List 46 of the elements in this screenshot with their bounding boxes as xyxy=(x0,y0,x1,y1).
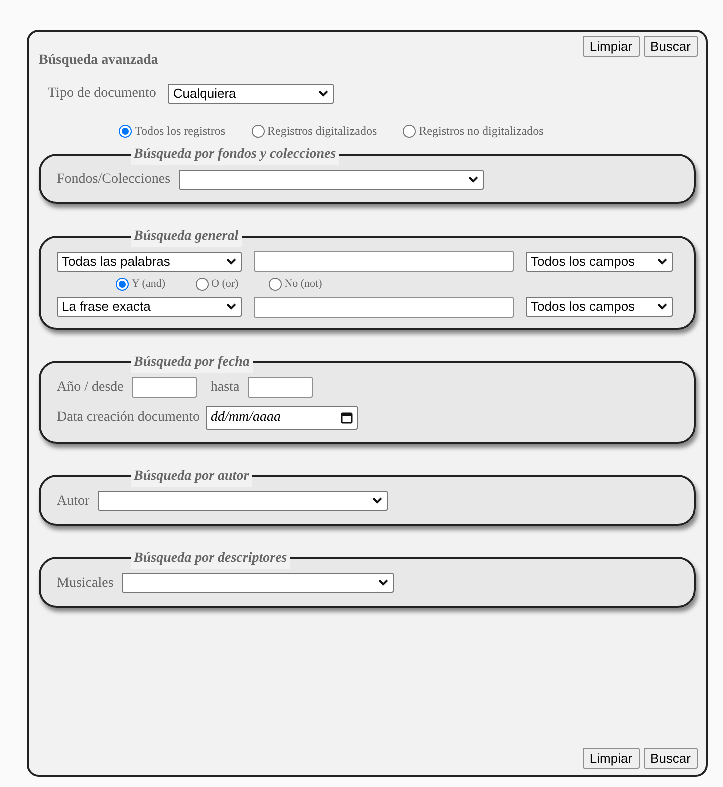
field-label: Fondos/Colecciones xyxy=(57,171,171,189)
calendar-icon xyxy=(341,412,354,424)
chevron-icon xyxy=(468,176,479,184)
dropdown[interactable]: Todas las palabras xyxy=(57,252,242,272)
button[interactable]: Buscar xyxy=(644,748,698,769)
input-field[interactable] xyxy=(254,251,514,272)
dropdown[interactable] xyxy=(122,573,394,593)
radio-label: Registros no digitalizados xyxy=(419,123,544,140)
input-field[interactable] xyxy=(132,376,197,398)
chevron-icon xyxy=(657,258,668,266)
field-label: Autor xyxy=(57,492,90,510)
radio-button[interactable] xyxy=(119,124,132,138)
button[interactable]: Buscar xyxy=(644,36,698,57)
button[interactable]: Limpiar xyxy=(582,748,640,769)
radio-label: No (not) xyxy=(284,277,322,292)
dropdown[interactable]: Cualquiera xyxy=(168,84,334,104)
chevron-icon xyxy=(318,90,330,98)
chevron-icon xyxy=(226,258,237,266)
field-label: hasta xyxy=(210,378,240,396)
radio-label: Registros digitalizados xyxy=(268,123,378,140)
button[interactable]: Limpiar xyxy=(582,36,640,57)
chevron-icon xyxy=(657,303,668,311)
radio-label: Y (and) xyxy=(132,277,166,292)
radio-button[interactable] xyxy=(116,278,129,291)
radio-label: Todos los registros xyxy=(135,123,226,140)
input-field[interactable] xyxy=(254,296,514,318)
dropdown[interactable] xyxy=(98,491,388,511)
radio-button[interactable] xyxy=(403,124,416,138)
chevron-icon xyxy=(372,497,383,505)
field-label: Año / desde xyxy=(57,378,124,396)
chevron-icon xyxy=(226,303,237,311)
input-field[interactable] xyxy=(248,376,313,398)
field-label: Tipo de documento xyxy=(48,85,156,103)
chevron-icon xyxy=(378,579,389,587)
radio-button[interactable] xyxy=(252,124,264,138)
date-field[interactable]: dd/mm/aaaa xyxy=(206,406,358,430)
dropdown[interactable]: Todos los campos xyxy=(526,297,673,317)
field-label: Musicales xyxy=(57,574,114,592)
radio-button[interactable] xyxy=(196,278,208,291)
panel-title: Búsqueda avanzada xyxy=(39,52,158,70)
field-label: Data creación documento xyxy=(57,409,200,427)
dropdown[interactable]: La frase exacta xyxy=(57,297,242,317)
dropdown[interactable] xyxy=(178,170,484,190)
radio-button[interactable] xyxy=(268,278,282,291)
radio-label: O (or) xyxy=(212,277,239,292)
dropdown[interactable]: Todos los campos xyxy=(526,252,673,272)
